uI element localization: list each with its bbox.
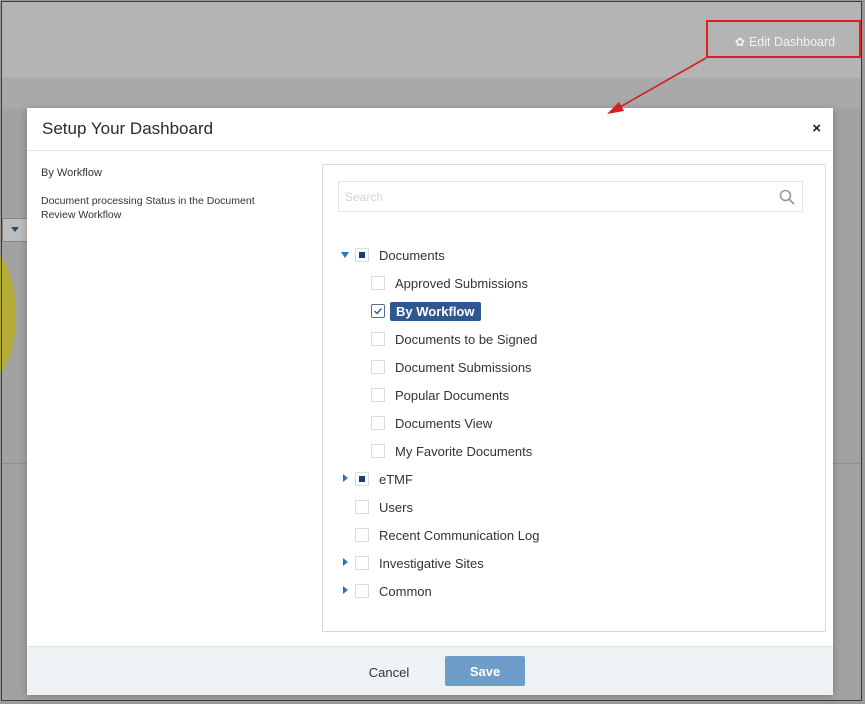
tree-node-label: Approved Submissions bbox=[395, 275, 528, 291]
widget-tree-panel: Documents Approved Submissions By Workfl… bbox=[322, 164, 826, 632]
tree-node-label: Users bbox=[379, 499, 413, 515]
close-icon[interactable]: × bbox=[812, 120, 821, 137]
tree-node-users[interactable]: Users bbox=[355, 496, 413, 518]
dialog-title: Setup Your Dashboard bbox=[42, 119, 214, 138]
checkbox[interactable] bbox=[355, 556, 369, 570]
tree-node-documents-to-be-signed[interactable]: Documents to be Signed bbox=[371, 328, 537, 350]
caret-down-icon bbox=[11, 227, 19, 232]
tree-node-etmf[interactable]: eTMF bbox=[339, 468, 413, 490]
tree-node-label-selected: By Workflow bbox=[390, 301, 481, 321]
tree-node-label: Common bbox=[379, 583, 432, 599]
tree-node-investigative-sites[interactable]: Investigative Sites bbox=[339, 552, 484, 574]
cancel-button[interactable]: Cancel bbox=[349, 658, 429, 686]
tree-node-common[interactable]: Common bbox=[339, 580, 432, 602]
tree-node-approved-submissions[interactable]: Approved Submissions bbox=[371, 272, 528, 294]
dialog-footer: Cancel Save bbox=[27, 646, 833, 695]
save-button[interactable]: Save bbox=[445, 656, 525, 686]
app-sub-bar bbox=[2, 79, 862, 109]
search-box bbox=[338, 181, 803, 212]
checkbox[interactable] bbox=[371, 444, 385, 458]
checkbox[interactable] bbox=[371, 276, 385, 290]
widget-description: Document processing Status in the Docume… bbox=[41, 195, 255, 221]
checkbox[interactable] bbox=[371, 360, 385, 374]
gear-icon: ✿ bbox=[734, 35, 745, 49]
search-input[interactable] bbox=[339, 182, 771, 211]
expand-arrow-right-icon[interactable] bbox=[339, 556, 353, 570]
tree-node-label: Documents View bbox=[395, 415, 493, 431]
checkbox-checked[interactable] bbox=[371, 304, 385, 318]
checkbox[interactable] bbox=[355, 528, 369, 542]
tree-node-document-submissions[interactable]: Document Submissions bbox=[371, 356, 532, 378]
tree-node-label: Documents bbox=[379, 247, 445, 263]
tree-node-label: Recent Communication Log bbox=[379, 527, 540, 543]
widget-description-panel: By Workflow Document processing Status i… bbox=[27, 151, 322, 647]
tree-node-label: Investigative Sites bbox=[379, 555, 484, 571]
tree-node-label: My Favorite Documents bbox=[395, 443, 533, 459]
tree-node-recent-communication-log[interactable]: Recent Communication Log bbox=[355, 524, 539, 546]
edit-dashboard-label: Edit Dashboard bbox=[748, 35, 836, 49]
tree-node-documents[interactable]: Documents bbox=[339, 244, 445, 266]
tree-node-label: Document Submissions bbox=[395, 359, 532, 375]
dialog-header: Setup Your Dashboard × bbox=[27, 108, 833, 151]
tree-node-label: Documents to be Signed bbox=[395, 331, 538, 347]
expand-arrow-right-icon[interactable] bbox=[339, 584, 353, 598]
tree-node-my-favorite-documents[interactable]: My Favorite Documents bbox=[371, 440, 532, 462]
setup-dashboard-dialog: Setup Your Dashboard × By Workflow Docum… bbox=[27, 108, 833, 695]
checkmark-icon bbox=[374, 308, 383, 315]
checkbox-partial[interactable] bbox=[355, 472, 369, 486]
checkbox-partial[interactable] bbox=[355, 248, 369, 262]
tree-node-by-workflow[interactable]: By Workflow bbox=[371, 300, 481, 322]
checkbox[interactable] bbox=[355, 500, 369, 514]
checkbox[interactable] bbox=[371, 416, 385, 430]
tree-node-documents-view[interactable]: Documents View bbox=[371, 412, 492, 434]
background-dropdown-toggle[interactable] bbox=[2, 218, 28, 242]
tree-node-popular-documents[interactable]: Popular Documents bbox=[371, 384, 509, 406]
expand-arrow-down-icon[interactable] bbox=[339, 248, 353, 262]
checkbox[interactable] bbox=[355, 584, 369, 598]
tree-node-label: Popular Documents bbox=[395, 387, 510, 403]
expand-arrow-right-icon[interactable] bbox=[339, 472, 353, 486]
widget-title: By Workflow bbox=[41, 167, 102, 179]
search-icon[interactable] bbox=[778, 188, 796, 206]
edit-dashboard-button[interactable]: ✿ Edit Dashboard bbox=[712, 28, 858, 56]
tree-node-label: eTMF bbox=[379, 471, 413, 487]
checkbox[interactable] bbox=[371, 332, 385, 346]
checkbox[interactable] bbox=[371, 388, 385, 402]
